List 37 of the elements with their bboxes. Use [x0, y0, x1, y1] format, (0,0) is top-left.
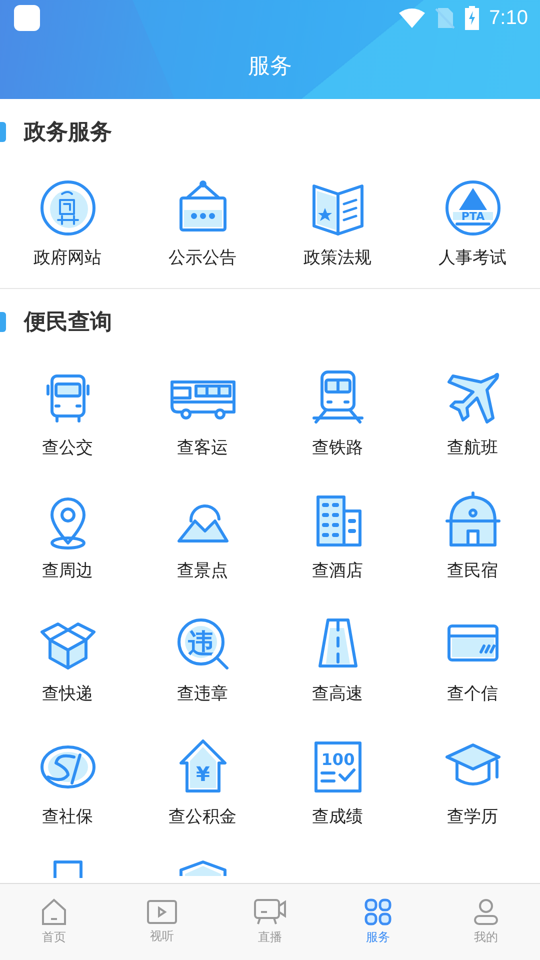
service-label[interactable]: 公示公告 [168, 246, 236, 269]
service-label[interactable]: 查学历 [447, 805, 498, 828]
app-icon [14, 5, 40, 31]
section-title: 便民查询 [24, 309, 112, 337]
service-label[interactable]: 查社保 [42, 805, 93, 828]
service-label[interactable]: 人事考试 [438, 246, 506, 269]
seal-icon [38, 178, 98, 238]
service-label[interactable]: 查公交 [42, 436, 93, 459]
section-title: 政务服务 [24, 119, 112, 147]
service-label[interactable]: 查违章 [177, 682, 228, 705]
service-label[interactable]: 查个信 [447, 682, 498, 705]
home-icon [40, 898, 68, 926]
section-marker [0, 122, 6, 142]
service-label[interactable]: 查酒店 [312, 559, 363, 582]
service-label[interactable]: 查周边 [42, 559, 93, 582]
battery-icon [465, 6, 480, 30]
grid-icon [364, 898, 392, 926]
exam-logo-icon: PTA [442, 178, 502, 238]
service-label[interactable]: 查公积金 [168, 805, 236, 828]
service-label[interactable]: 查民宿 [447, 559, 498, 582]
service-label[interactable]: 查航班 [447, 436, 498, 459]
play-icon [147, 899, 177, 925]
service-label[interactable]: 查成绩 [312, 805, 363, 828]
service-label[interactable]: 查客运 [177, 436, 228, 459]
service-label[interactable]: 查快递 [42, 682, 93, 705]
user-icon [472, 898, 500, 926]
service-label[interactable]: 政策法规 [304, 246, 372, 269]
service-label[interactable]: 查高速 [312, 682, 363, 705]
status-time: 7:10 [489, 6, 528, 30]
service-label[interactable]: 查铁路 [312, 436, 363, 459]
service-label[interactable]: 查景点 [177, 559, 228, 582]
section-marker [0, 312, 6, 332]
wifi-icon [399, 8, 426, 28]
no-sim-icon [435, 7, 456, 29]
page-title: 服务 [248, 52, 292, 80]
service-label[interactable]: 政府网站 [34, 246, 102, 269]
video-camera-icon [254, 898, 286, 926]
